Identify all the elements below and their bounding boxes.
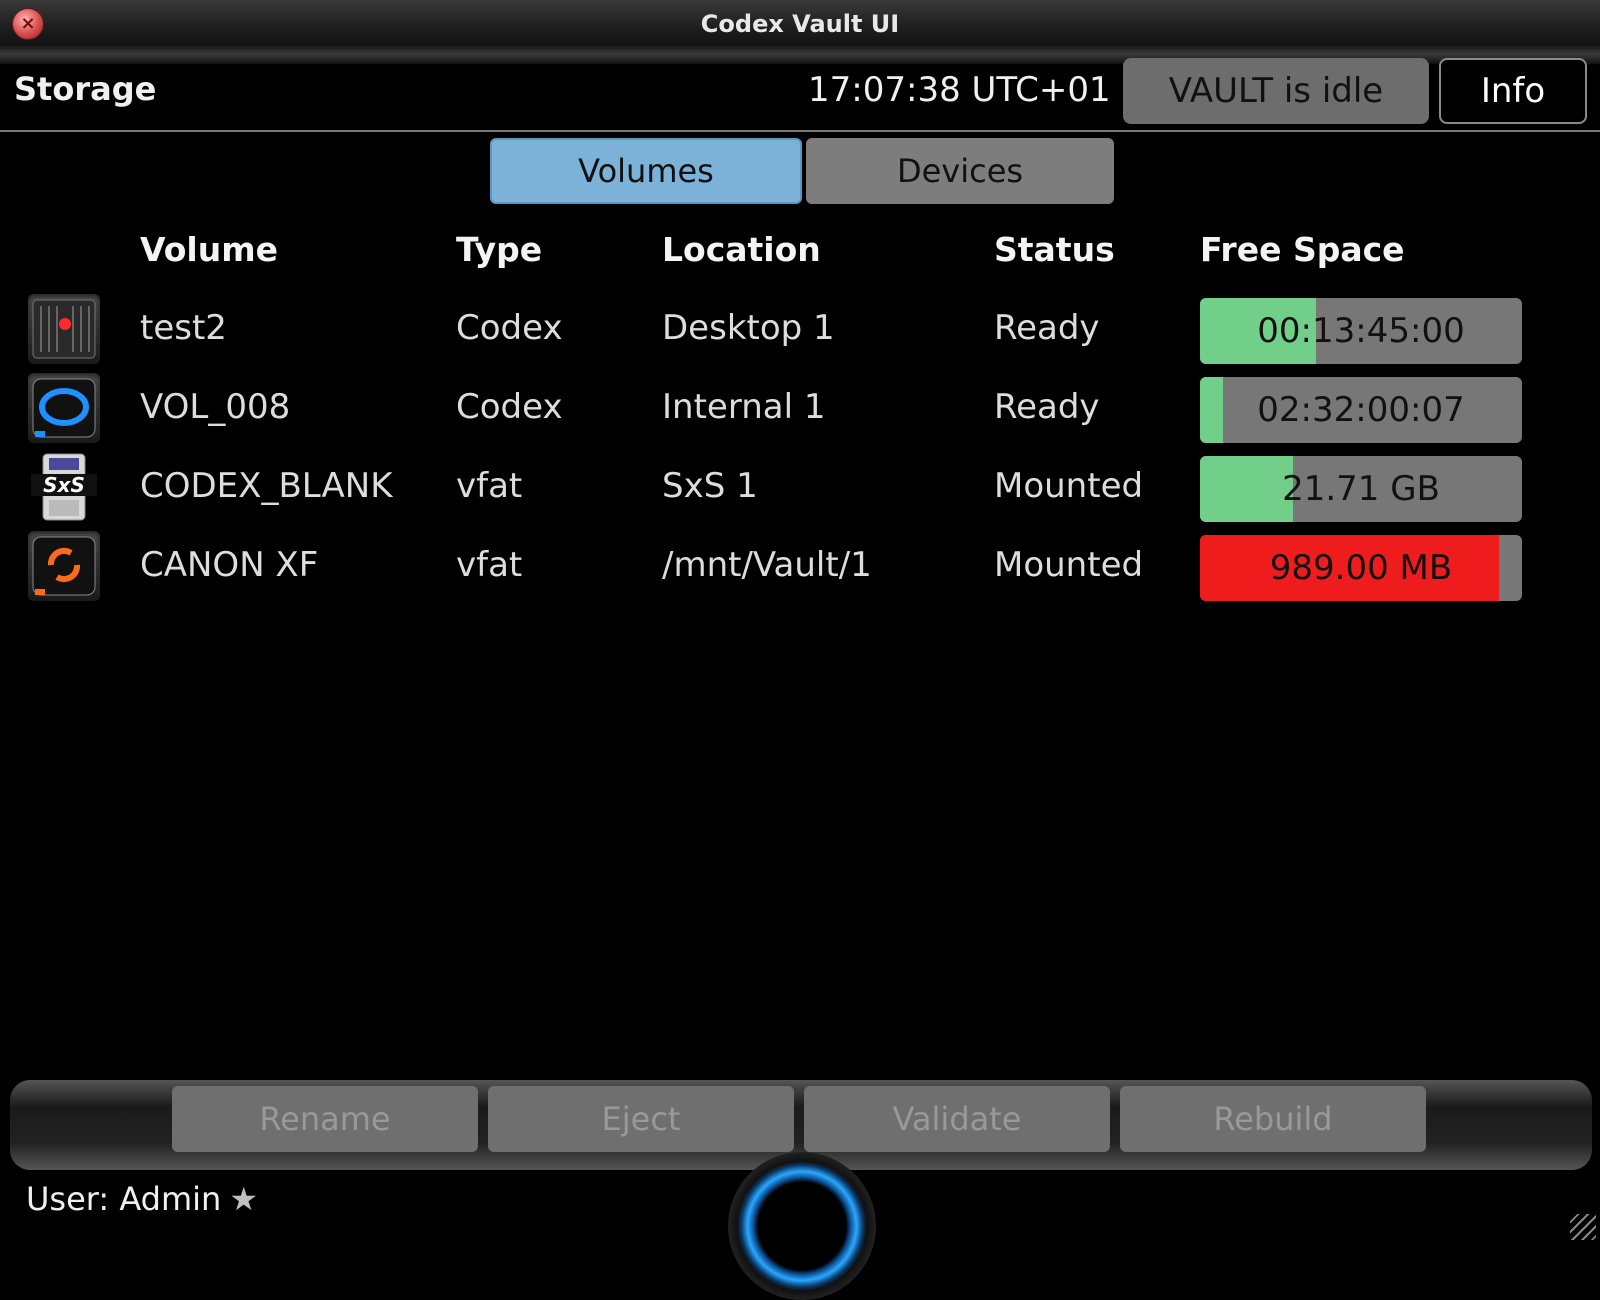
volume-location: SxS 1 [662,466,758,506]
column-header-free-space[interactable]: Free Space [1200,230,1405,269]
table-row[interactable]: CANON XF vfat /mnt/Vault/1 Mounted 989.0… [0,527,1600,605]
free-space-bar: 989.00 MB [1200,535,1522,601]
codex-logo-icon [728,1152,876,1300]
volume-type: Codex [456,387,563,427]
volume-type: vfat [456,466,523,506]
free-space-value: 02:32:00:07 [1257,390,1465,430]
volume-status: Mounted [994,466,1144,506]
volume-location: Desktop 1 [662,308,835,348]
resize-grip-icon[interactable] [1570,1214,1596,1240]
sxs-card-icon: SxS [28,452,100,522]
codex-capture-drive-icon [28,373,100,443]
column-header-location[interactable]: Location [662,230,821,269]
free-space-value: 21.71 GB [1282,469,1440,509]
column-header-type[interactable]: Type [456,230,542,269]
svg-text:SxS: SxS [43,473,85,497]
window-title: Codex Vault UI [700,10,900,38]
table-row[interactable]: SxS CODEX_BLANK vfat SxS 1 Mounted 21.71… [0,448,1600,526]
table-row[interactable]: test2 Codex Desktop 1 Ready 00:13:45:00 [0,290,1600,368]
volume-status: Mounted [994,545,1144,585]
free-space-bar: 00:13:45:00 [1200,298,1522,364]
free-space-bar: 21.71 GB [1200,456,1522,522]
user-label: User: Admin [26,1180,222,1218]
page-title: Storage [14,70,157,108]
canon-xf-drive-icon [28,531,100,601]
volume-name: test2 [140,308,227,348]
volume-status: Ready [994,387,1100,427]
free-space-value: 989.00 MB [1269,548,1453,588]
rebuild-button[interactable]: Rebuild [1120,1086,1426,1152]
header-bar: Storage 17:07:38 UTC+01 VAULT is idle In… [0,58,1600,132]
volume-type: vfat [456,545,523,585]
clock: 17:07:38 UTC+01 [808,70,1111,110]
rename-button[interactable]: Rename [172,1086,478,1152]
volume-type: Codex [456,308,563,348]
volume-name: VOL_008 [140,387,291,427]
volume-status: Ready [994,308,1100,348]
column-header-volume[interactable]: Volume [140,230,278,269]
validate-button[interactable]: Validate [804,1086,1110,1152]
volume-name: CANON XF [140,545,319,585]
volume-name: CODEX_BLANK [140,466,393,506]
hard-drive-icon [28,294,100,364]
free-space-bar: 02:32:00:07 [1200,377,1522,443]
volume-location: /mnt/Vault/1 [662,545,872,585]
star-icon: ★ [229,1180,258,1218]
info-button[interactable]: Info [1439,58,1587,124]
tab-devices[interactable]: Devices [806,138,1114,204]
table-row[interactable]: VOL_008 Codex Internal 1 Ready 02:32:00:… [0,369,1600,447]
volume-location: Internal 1 [662,387,826,427]
eject-button[interactable]: Eject [488,1086,794,1152]
column-header-status[interactable]: Status [994,230,1115,269]
footer-user: User: Admin ★ [26,1180,258,1218]
view-tabs: Volumes Devices [490,138,1114,204]
free-space-value: 00:13:45:00 [1257,311,1465,351]
action-bar: Rename Eject Validate Rebuild [172,1086,1426,1152]
tab-volumes[interactable]: Volumes [490,138,802,204]
vault-status-button[interactable]: VAULT is idle [1123,58,1429,124]
